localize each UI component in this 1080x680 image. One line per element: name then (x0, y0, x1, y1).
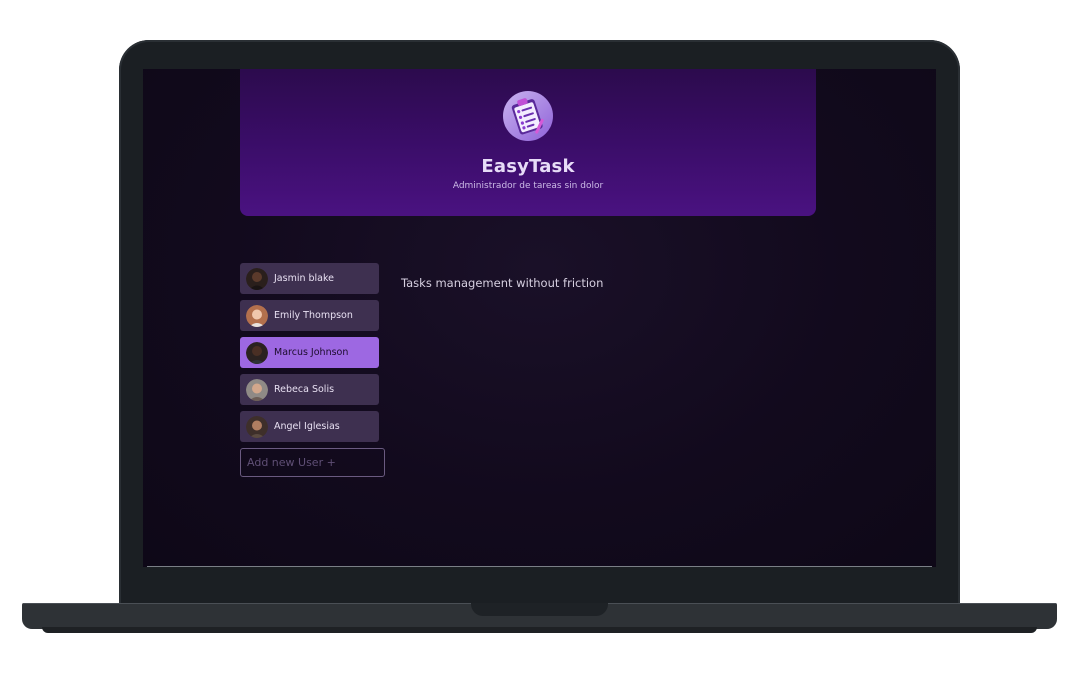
avatar (246, 378, 268, 401)
user-item-angel-iglesias[interactable]: Angel Iglesias (240, 411, 379, 442)
user-item-rebeca-solis[interactable]: Rebeca Solis (240, 374, 379, 405)
screen-divider (147, 566, 932, 567)
avatar (246, 341, 268, 364)
user-item-emily-thompson[interactable]: Emily Thompson (240, 300, 379, 331)
laptop-mockup: EasyTask Administrador de tareas sin dol… (0, 0, 1080, 680)
app-title: EasyTask (481, 156, 575, 177)
user-item-marcus-johnson[interactable]: Marcus Johnson (240, 337, 379, 368)
app-subtitle: Administrador de tareas sin dolor (452, 181, 604, 191)
avatar (246, 267, 268, 290)
user-name: Angel Iglesias (274, 421, 340, 432)
avatar (246, 304, 268, 327)
users-list: Jasmin blake Emily Thompson Marcus Johns… (240, 263, 385, 477)
main-message: Tasks management without friction (401, 276, 604, 290)
user-name: Emily Thompson (274, 310, 353, 321)
user-name: Rebeca Solis (274, 384, 335, 395)
add-user-input[interactable] (240, 448, 385, 477)
app-header: EasyTask Administrador de tareas sin dol… (240, 69, 816, 216)
user-name: Marcus Johnson (274, 347, 349, 358)
laptop-base-foot (42, 627, 1037, 633)
user-name: Jasmin blake (274, 273, 335, 284)
clipboard-checklist-icon (503, 91, 553, 141)
avatar (246, 415, 268, 438)
app-screen: EasyTask Administrador de tareas sin dol… (143, 69, 936, 567)
user-item-jasmin-blake[interactable]: Jasmin blake (240, 263, 379, 294)
laptop-notch (471, 603, 608, 616)
